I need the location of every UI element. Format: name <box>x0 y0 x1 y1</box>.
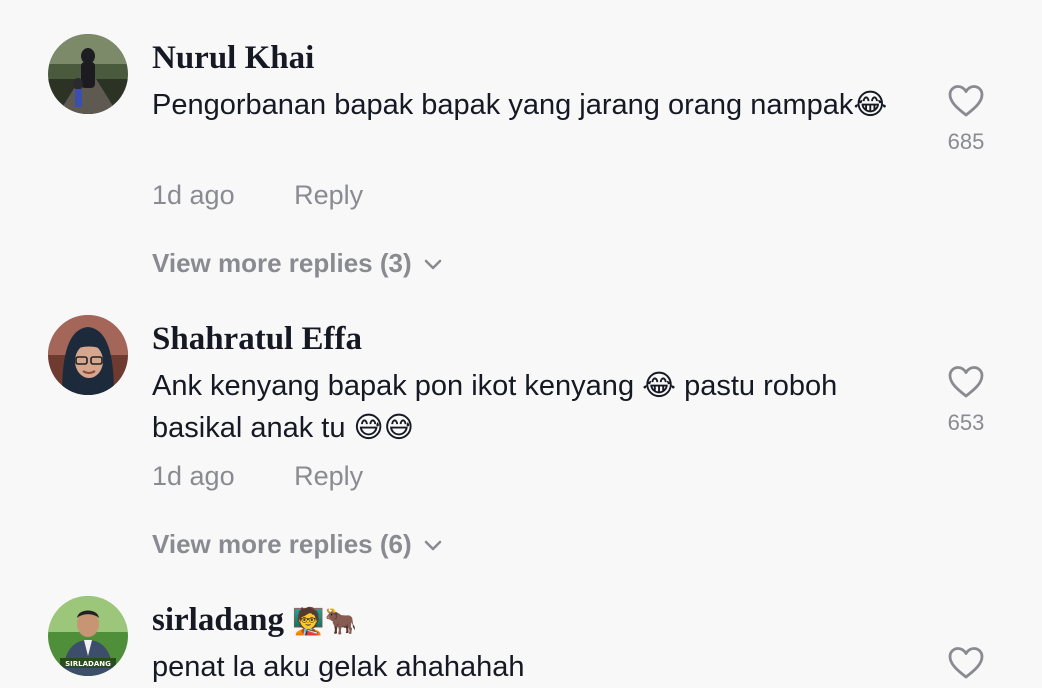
username-text: sirladang <box>152 602 285 638</box>
comment-text: penat la aku gelak ahahahah <box>152 651 525 683</box>
username-emojis: 🧑‍🏫🐂 <box>292 607 358 637</box>
comment-item: SIRLADANG sirladang 🧑‍🏫🐂 penat la aku ge… <box>0 0 1042 688</box>
avatar-image: SIRLADANG <box>48 596 128 676</box>
avatar[interactable]: SIRLADANG <box>48 596 128 676</box>
heart-outline-icon[interactable] <box>947 646 985 680</box>
avatar-badge-text: SIRLADANG <box>65 660 111 668</box>
comment-username[interactable]: sirladang 🧑‍🏫🐂 <box>152 602 357 639</box>
like-group <box>940 646 992 680</box>
